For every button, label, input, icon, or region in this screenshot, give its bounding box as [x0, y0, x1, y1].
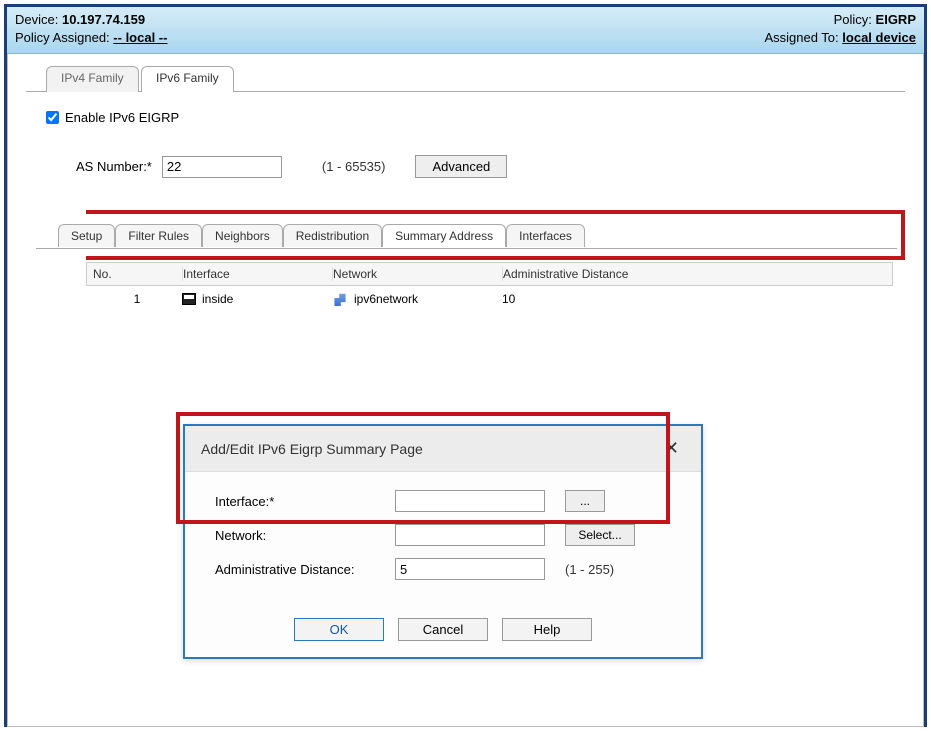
- subtab-setup[interactable]: Setup: [58, 224, 115, 247]
- add-edit-summary-dialog: Add/Edit IPv6 Eigrp Summary Page ✕ Inter…: [183, 424, 703, 659]
- window-header: Device: 10.197.74.159 Policy Assigned: -…: [7, 7, 924, 54]
- network-select-button[interactable]: Select...: [565, 524, 635, 546]
- dialog-title: Add/Edit IPv6 Eigrp Summary Page: [201, 441, 423, 457]
- assigned-to-label: Assigned To:: [764, 30, 838, 45]
- cell-network: ipv6network: [354, 292, 418, 306]
- admin-distance-field-input[interactable]: [395, 558, 545, 580]
- summary-address-table: No. Interface Network Administrative Dis…: [86, 262, 893, 312]
- policy-assigned-label: Policy Assigned:: [15, 30, 110, 45]
- col-network: Network: [333, 267, 503, 281]
- interface-field-input[interactable]: [395, 490, 545, 512]
- cell-interface: inside: [202, 292, 233, 306]
- interface-icon: [182, 293, 196, 305]
- subtab-summary-address[interactable]: Summary Address: [382, 224, 506, 247]
- subtab-redistribution[interactable]: Redistribution: [283, 224, 382, 247]
- network-icon: [332, 292, 348, 306]
- admin-distance-hint: (1 - 255): [565, 562, 665, 577]
- as-number-input[interactable]: [162, 156, 282, 178]
- cancel-button[interactable]: Cancel: [398, 618, 488, 641]
- table-row[interactable]: 1 inside ipv6network 10: [86, 286, 893, 312]
- col-admin-dist: Administrative Distance: [503, 267, 886, 281]
- assigned-to-value[interactable]: local device: [842, 30, 916, 45]
- device-label: Device:: [15, 12, 58, 27]
- tab-ipv6-family[interactable]: IPv6 Family: [141, 66, 234, 92]
- subtab-highlight: Setup Filter Rules Neighbors Redistribut…: [86, 210, 905, 260]
- policy-value: EIGRP: [876, 12, 916, 27]
- as-number-hint: (1 - 65535): [322, 159, 386, 174]
- policy-label: Policy:: [834, 12, 872, 27]
- network-field-label: Network:: [215, 528, 385, 543]
- cell-no: 1: [92, 292, 182, 306]
- admin-distance-field-label: Administrative Distance:: [215, 562, 385, 577]
- subtab-interfaces[interactable]: Interfaces: [506, 224, 585, 247]
- cell-admin-dist: 10: [502, 292, 887, 306]
- help-button[interactable]: Help: [502, 618, 592, 641]
- ok-button[interactable]: OK: [294, 618, 384, 641]
- col-interface: Interface: [183, 267, 333, 281]
- interface-browse-button[interactable]: ...: [565, 490, 605, 512]
- tab-ipv4-family[interactable]: IPv4 Family: [46, 66, 139, 92]
- device-value: 10.197.74.159: [62, 12, 145, 27]
- enable-ipv6-eigrp-label: Enable IPv6 EIGRP: [65, 110, 179, 125]
- advanced-button[interactable]: Advanced: [415, 155, 507, 178]
- enable-ipv6-eigrp-checkbox[interactable]: [46, 111, 59, 124]
- as-number-label: AS Number:*: [76, 159, 152, 174]
- interface-field-label: Interface:*: [215, 494, 385, 509]
- subtab-filter-rules[interactable]: Filter Rules: [115, 224, 202, 247]
- col-no: No.: [93, 267, 183, 281]
- subtab-neighbors[interactable]: Neighbors: [202, 224, 283, 247]
- policy-assigned-value[interactable]: -- local --: [113, 30, 167, 45]
- network-field-input[interactable]: [395, 524, 545, 546]
- close-icon[interactable]: ✕: [658, 438, 685, 459]
